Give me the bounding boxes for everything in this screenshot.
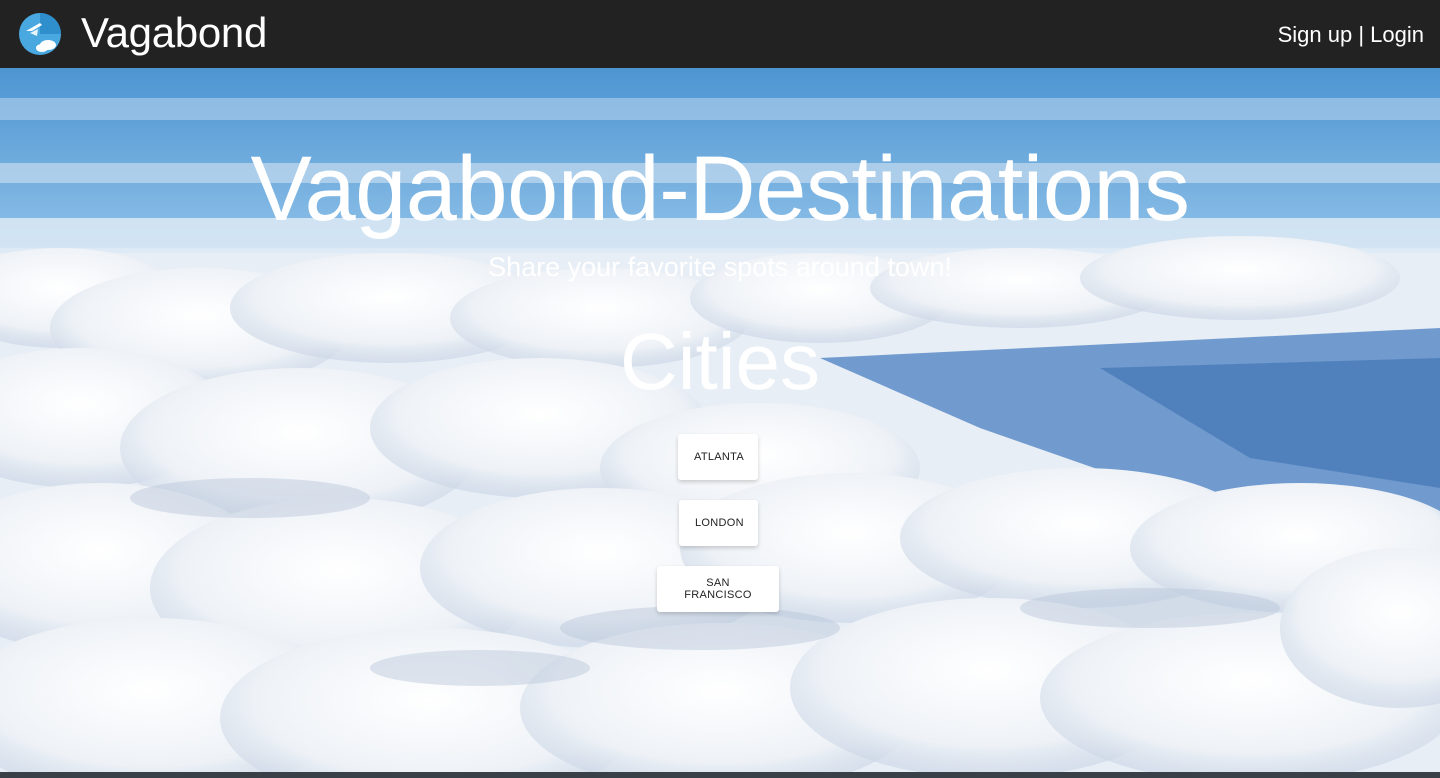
signup-link[interactable]: Sign up bbox=[1278, 22, 1353, 47]
hero-section: Vagabond-Destinations Share your favorit… bbox=[0, 68, 1440, 772]
brand-link[interactable]: Vagabond bbox=[81, 8, 267, 58]
page-title: Vagabond-Destinations bbox=[250, 138, 1190, 240]
plane-globe-icon[interactable] bbox=[18, 9, 62, 59]
city-button-atlanta[interactable]: ATLANTA bbox=[678, 434, 758, 480]
cities-heading: Cities bbox=[619, 317, 821, 406]
nav-separator: | bbox=[1352, 22, 1371, 47]
login-link[interactable]: Login bbox=[1370, 22, 1424, 47]
page-subtitle: Share your favorite spots around town! bbox=[488, 252, 952, 282]
navbar: Vagabond Sign up | Login bbox=[0, 0, 1440, 68]
auth-links: Sign up | Login bbox=[1278, 20, 1424, 50]
city-button-san-francisco[interactable]: SAN FRANCISCO bbox=[657, 566, 779, 612]
page-bottom-edge bbox=[0, 772, 1440, 778]
city-button-london[interactable]: LONDON bbox=[679, 500, 758, 546]
